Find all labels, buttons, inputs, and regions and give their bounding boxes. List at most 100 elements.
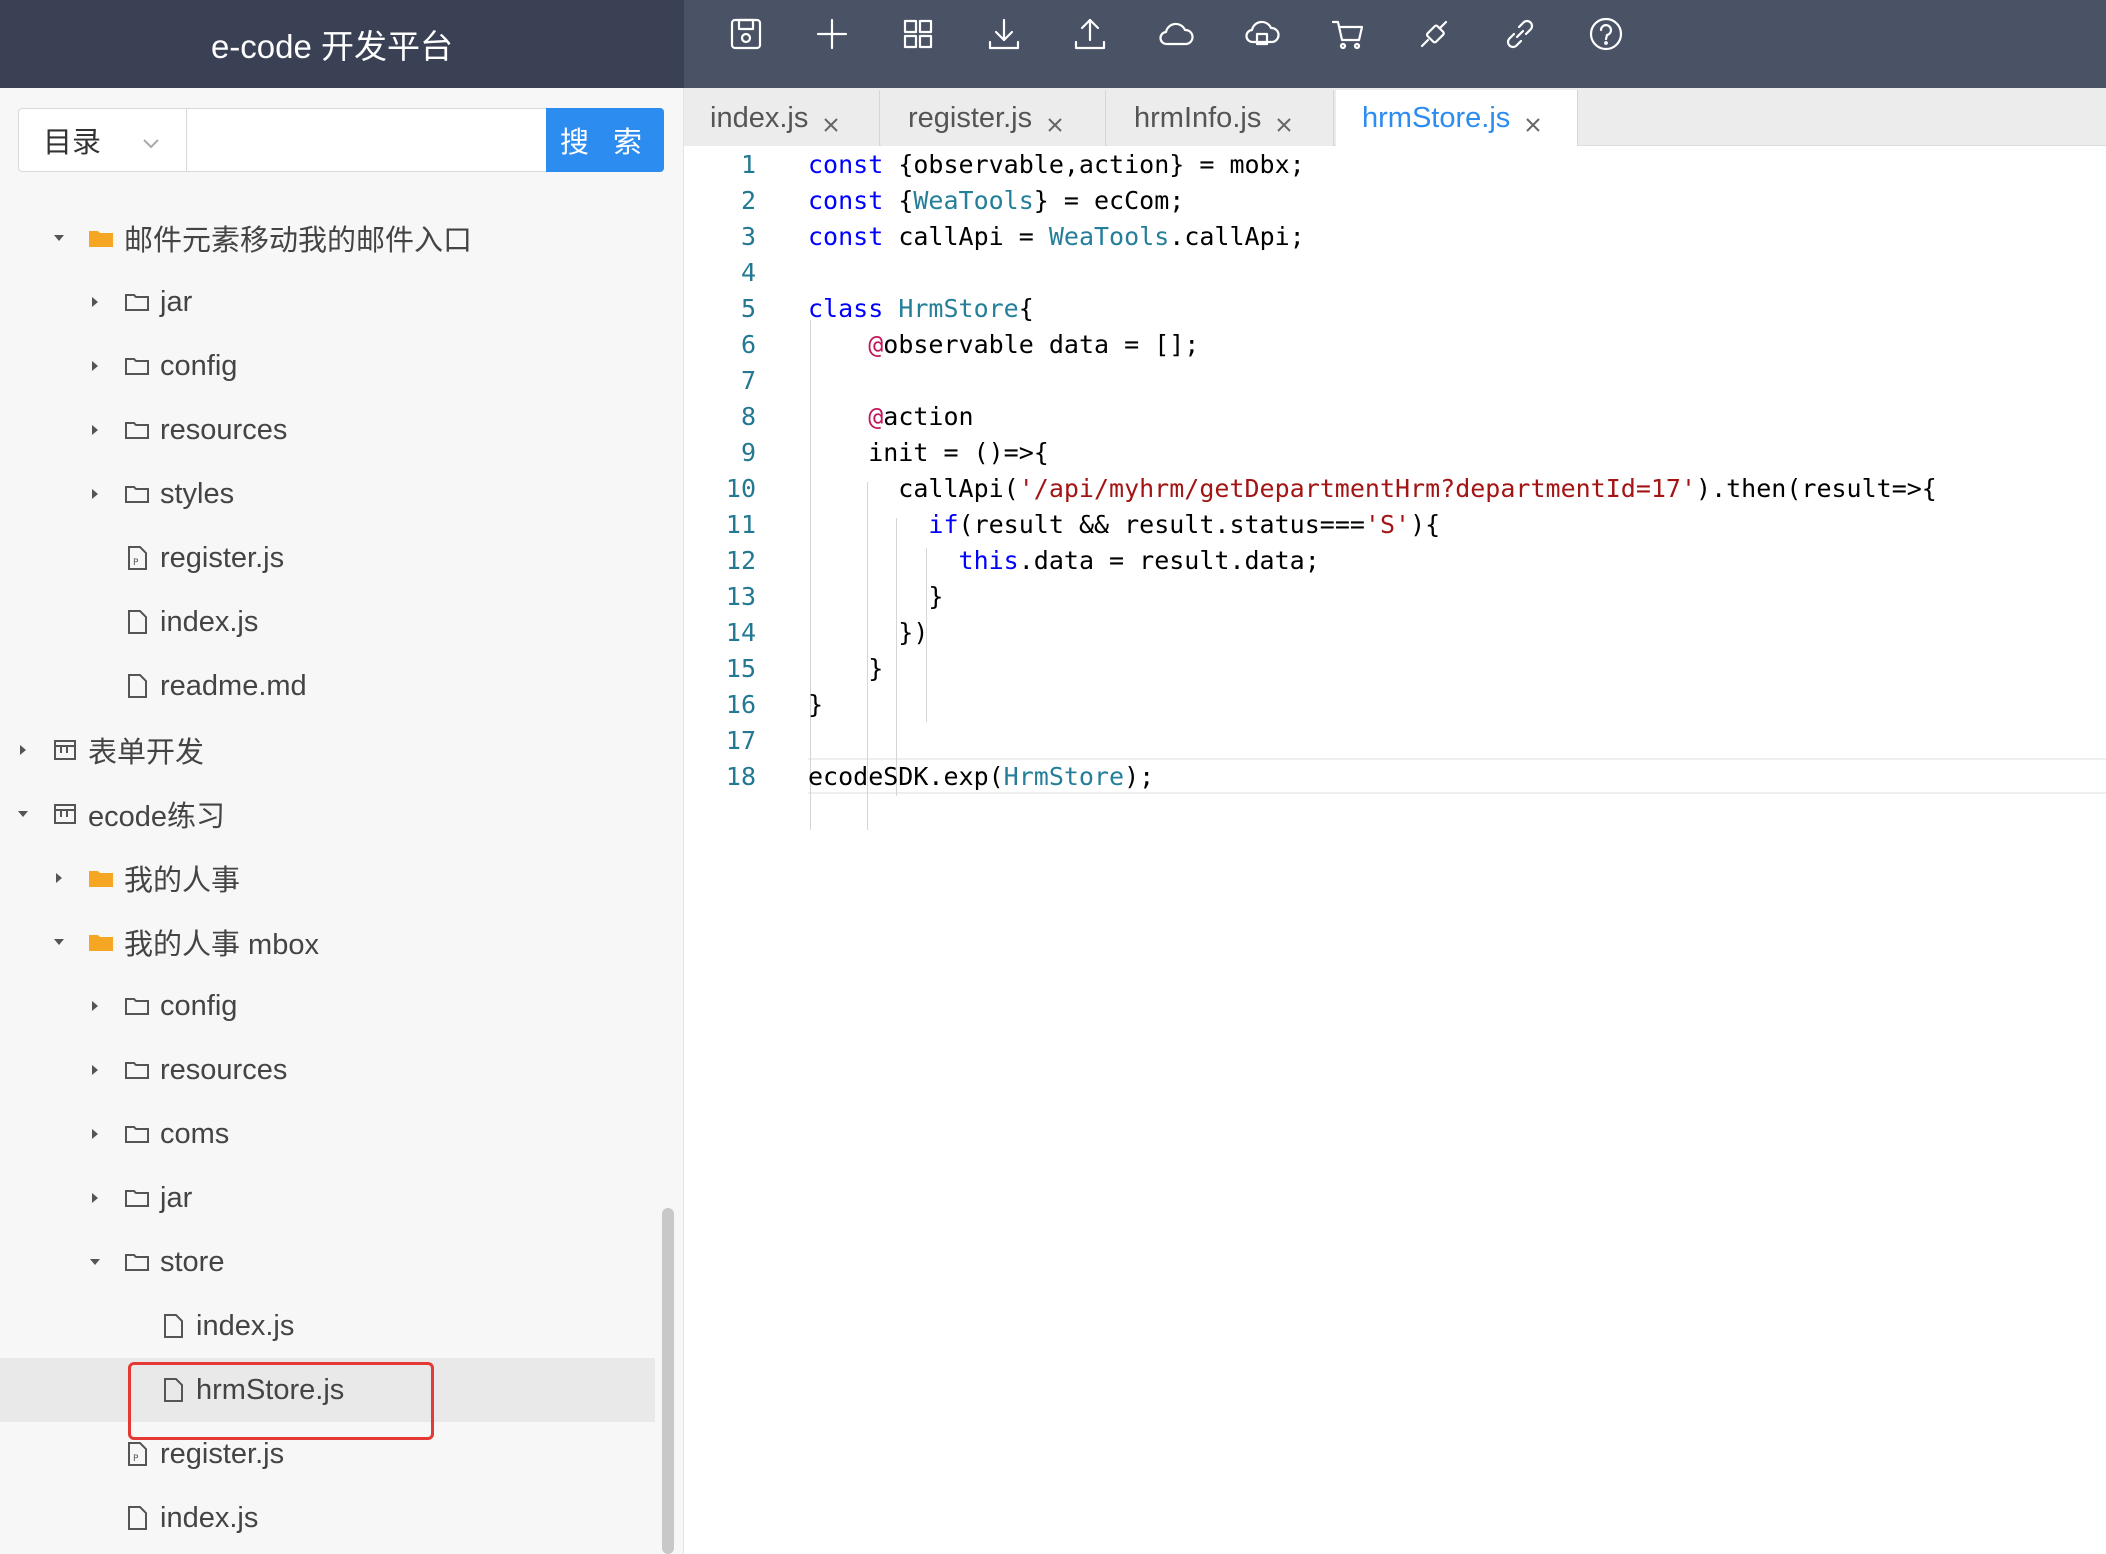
tree-node-file[interactable]: index.js [0, 1486, 655, 1550]
tree-node-file[interactable]: P register.js [0, 1422, 655, 1486]
tree-node-label: hrmStore.js [196, 1373, 345, 1406]
file-icon [122, 607, 152, 637]
code-line: 6 @observable data = []; [684, 326, 2106, 362]
upload-icon[interactable] [1068, 12, 1112, 56]
tree-node-file[interactable]: readme.md [0, 654, 655, 718]
folder-icon [122, 1247, 152, 1277]
code-text: } [808, 653, 884, 683]
code-line: 14 }) [684, 614, 2106, 650]
plus-icon[interactable] [810, 12, 854, 56]
tree-node-label: register.js [160, 1437, 285, 1470]
folder-icon [122, 479, 152, 509]
code-line: 12 this.data = result.data; [684, 542, 2106, 578]
line-number: 4 [740, 257, 756, 287]
directory-select[interactable]: 目录 [19, 109, 187, 171]
caret-right-icon [86, 421, 104, 439]
tree-node-folder[interactable]: 我的人事 mbox [0, 910, 655, 974]
line-number: 10 [725, 473, 756, 503]
download-icon[interactable] [982, 12, 1026, 56]
tab-index-js[interactable]: index.js [684, 90, 880, 146]
tree-node-file[interactable]: index.js [0, 590, 655, 654]
code-editor[interactable]: 1 const {observable,action} = mobx; 2 cons… [684, 146, 2106, 1554]
tree-node-label: resources [160, 413, 288, 446]
tree-node-folder[interactable]: config [0, 974, 655, 1038]
tree-node-label: index.js [160, 605, 259, 638]
code-text: }) [808, 617, 929, 647]
cloud-icon[interactable] [1154, 12, 1198, 56]
tree-node-folder[interactable]: jar [0, 270, 655, 334]
close-icon[interactable] [1046, 109, 1064, 132]
tree-node-folder[interactable]: coms [0, 1102, 655, 1166]
caret-right-icon [86, 997, 104, 1015]
line-number: 8 [740, 401, 756, 431]
app-title: e-code 开发平台 [0, 0, 684, 88]
code-text: } [808, 581, 944, 611]
tree-node-label: store [160, 1245, 225, 1278]
search-input[interactable] [186, 109, 546, 171]
tree-node-folder[interactable]: config [0, 334, 655, 398]
file-icon [158, 1375, 188, 1405]
tree-node-label: resources [160, 1053, 288, 1086]
line-number: 6 [740, 329, 756, 359]
plug-icon[interactable] [1412, 12, 1456, 56]
tree-node-folder[interactable]: jar [0, 1166, 655, 1230]
code-line: 18 ecodeSDK.exp(HrmStore); [684, 758, 2106, 794]
save-icon[interactable] [724, 12, 768, 56]
caret-right-icon [86, 1061, 104, 1079]
link-icon[interactable] [1498, 12, 1542, 56]
tree-node-label: jar [160, 1181, 193, 1214]
caret-right-icon [86, 357, 104, 375]
tree-node-file[interactable]: index.js [0, 1294, 655, 1358]
tab-hrmstore-js[interactable]: hrmStore.js [1336, 90, 1578, 147]
file-icon [122, 1503, 152, 1533]
help-icon[interactable] [1584, 12, 1628, 56]
code-text: const {WeaTools} = ecCom; [808, 185, 1185, 215]
grid-icon[interactable] [896, 12, 940, 56]
folder-icon [122, 1119, 152, 1149]
folder-icon [122, 351, 152, 381]
tree-node-folder[interactable]: 我的人事 [0, 846, 655, 910]
close-icon[interactable] [1524, 109, 1542, 132]
close-icon[interactable] [822, 109, 840, 132]
code-line: 4 [684, 254, 2106, 290]
tree-node-label: index.js [196, 1309, 295, 1342]
code-line: 2 const {WeaTools} = ecCom; [684, 182, 2106, 218]
tree-node-label: 邮件元素移动我的邮件入口 [124, 225, 473, 257]
tree-node-folder[interactable]: 邮件元素移动我的邮件入口 [0, 206, 655, 270]
tree-node-label: index.js [160, 1501, 259, 1534]
tree-node-folder[interactable]: resources [0, 1038, 655, 1102]
code-text: const callApi = WeaTools.callApi; [808, 221, 1305, 251]
tree-node-module[interactable]: 表单开发 [0, 718, 655, 782]
tree-node-label: readme.md [160, 669, 307, 702]
tab-label: index.js [710, 101, 809, 134]
tree-node-folder[interactable]: styles [0, 462, 655, 526]
tab-hrminfo-js[interactable]: hrmInfo.js [1108, 90, 1334, 146]
tab-register-js[interactable]: register.js [882, 90, 1106, 146]
search-button[interactable]: 搜 索 [545, 108, 664, 172]
p-file-icon: P [122, 1439, 152, 1469]
tree-node-folder[interactable]: resources [0, 398, 655, 462]
editor-tabs: index.js register.js hrmInfo.js hrmStore… [684, 88, 2106, 147]
code-line: 17 [684, 722, 2106, 758]
tree-node-file-selected[interactable]: hrmStore.js [0, 1358, 655, 1422]
line-number: 2 [740, 185, 756, 215]
caret-right-icon [86, 1189, 104, 1207]
caret-right-icon [86, 485, 104, 503]
svg-text:P: P [133, 1454, 139, 1464]
close-icon[interactable] [1275, 109, 1293, 132]
sidebar-scrollbar[interactable] [662, 1208, 674, 1554]
caret-down-icon [50, 933, 68, 951]
tree-node-folder[interactable]: store [0, 1230, 655, 1294]
cloud-sync-icon[interactable] [1240, 12, 1284, 56]
cart-icon[interactable] [1326, 12, 1370, 56]
code-text: callApi('/api/myhrm/getDepartmentHrm?dep… [808, 473, 1937, 503]
code-text: if(result && result.status==='S'){ [928, 509, 1441, 539]
line-number: 11 [725, 509, 756, 539]
directory-select-value: 目录 [43, 127, 102, 159]
tree-node-file[interactable]: P register.js [0, 526, 655, 590]
code-text: init = ()=>{ [808, 437, 1049, 467]
code-line: 11 if(result && result.status==='S'){ [684, 506, 2106, 542]
tree-node-module[interactable]: ecode练习 [0, 782, 655, 846]
search-bar: 目录 搜 索 [18, 108, 664, 172]
line-number: 14 [725, 617, 756, 647]
